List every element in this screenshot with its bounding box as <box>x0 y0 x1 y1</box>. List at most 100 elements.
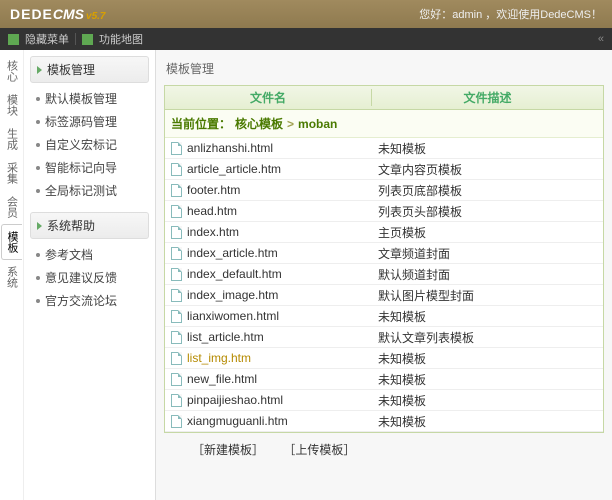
file-icon <box>171 289 182 302</box>
cell-filename: head.htm <box>165 204 372 218</box>
hide-menu-link[interactable]: 隐藏菜单 <box>25 31 69 47</box>
file-icon <box>171 163 182 176</box>
file-icon <box>171 373 182 386</box>
file-link[interactable]: article_article.htm <box>187 162 281 176</box>
cell-filename: anlizhanshi.html <box>165 141 372 155</box>
cell-filedesc: 文章频道封面 <box>372 245 603 262</box>
cell-filedesc: 未知模板 <box>372 371 603 388</box>
welcome-text: 您好：admin ，欢迎使用DedeCMS！ <box>419 6 602 22</box>
sidebar-item-label: 智能标记向导 <box>45 159 117 176</box>
file-icon <box>171 184 182 197</box>
sidebar-group-label: 系统帮助 <box>47 217 95 234</box>
bullet-icon <box>36 97 40 101</box>
file-link[interactable]: anlizhanshi.html <box>187 141 273 155</box>
table-row: list_img.htm 未知模板 <box>165 348 603 369</box>
sidebar-item-label: 官方交流论坛 <box>45 292 117 309</box>
cell-filename: new_file.html <box>165 372 372 386</box>
toolbar-separator <box>75 33 76 45</box>
bullet-icon <box>36 143 40 147</box>
vtab-模块[interactable]: 模块 <box>2 88 22 122</box>
table-row: footer.htm 列表页底部模板 <box>165 180 603 201</box>
vtab-生成[interactable]: 生成 <box>2 122 22 156</box>
vtab-系统[interactable]: 系统 <box>2 260 22 294</box>
cell-filedesc: 列表页底部模板 <box>372 182 603 199</box>
cell-filedesc: 文章内容页模板 <box>372 161 603 178</box>
cell-filedesc: 列表页头部模板 <box>372 203 603 220</box>
file-icon <box>171 226 182 239</box>
new-template-button[interactable]: ［新建模板］ <box>192 443 264 457</box>
sidebar-item-label: 标签源码管理 <box>45 113 117 130</box>
file-link[interactable]: new_file.html <box>187 372 257 386</box>
file-link[interactable]: list_article.htm <box>187 330 264 344</box>
breadcrumb-root[interactable]: 核心模板 <box>235 115 283 132</box>
file-link[interactable]: index_image.htm <box>187 288 278 302</box>
file-link[interactable]: head.htm <box>187 204 237 218</box>
bullet-icon <box>36 276 40 280</box>
sidebar-group-label: 模板管理 <box>47 61 95 78</box>
cell-filedesc: 未知模板 <box>372 413 603 430</box>
brand-dede: DEDE <box>10 6 53 22</box>
table-row: index_default.htm 默认频道封面 <box>165 264 603 285</box>
template-table: 文件名 文件描述 当前位置： 核心模板 > moban anlizhanshi.… <box>164 85 604 433</box>
file-link[interactable]: index_default.htm <box>187 267 282 281</box>
file-link[interactable]: list_img.htm <box>187 351 251 365</box>
file-link[interactable]: lianxiwomen.html <box>187 309 279 323</box>
sidebar-item[interactable]: 默认模板管理 <box>34 87 149 110</box>
brand-version: v5.7 <box>86 11 105 22</box>
cell-filedesc: 未知模板 <box>372 392 603 409</box>
sidebar-item[interactable]: 标签源码管理 <box>34 110 149 133</box>
sidebar-item-label: 意见建议反馈 <box>45 269 117 286</box>
upload-template-button[interactable]: ［上传模板］ <box>283 443 355 457</box>
sidebar-item[interactable]: 意见建议反馈 <box>34 266 149 289</box>
table-actions: ［新建模板］ ［上传模板］ <box>164 433 604 462</box>
cell-filename: index.htm <box>165 225 372 239</box>
file-link[interactable]: footer.htm <box>187 183 240 197</box>
sidebar-item[interactable]: 智能标记向导 <box>34 156 149 179</box>
sidebar-group-title[interactable]: 系统帮助 <box>30 212 149 239</box>
cell-filedesc: 未知模板 <box>372 350 603 367</box>
table-row: list_article.htm默认文章列表模板 <box>165 327 603 348</box>
collapse-toggle[interactable]: « <box>598 33 604 45</box>
sidebar-item[interactable]: 全局标记测试 <box>34 179 149 202</box>
vtab-模板[interactable]: 模板 <box>1 224 22 260</box>
cell-filename: list_article.htm <box>165 330 372 344</box>
file-icon <box>171 247 182 260</box>
breadcrumb-sep-icon: > <box>287 117 294 131</box>
chevron-right-icon <box>37 66 42 74</box>
sidebar-group-title[interactable]: 模板管理 <box>30 56 149 83</box>
vtab-核心[interactable]: 核心 <box>2 54 22 88</box>
cell-filename: index_article.htm <box>165 246 372 260</box>
file-icon <box>171 205 182 218</box>
bullet-icon <box>36 120 40 124</box>
brand-cms: CMS <box>53 6 84 22</box>
table-row: new_file.html 未知模板 <box>165 369 603 390</box>
breadcrumb-current[interactable]: moban <box>298 117 337 131</box>
table-row: xiangmuguanli.htm 未知模板 <box>165 411 603 432</box>
bullet-icon <box>36 166 40 170</box>
sidebar-item[interactable]: 自定义宏标记 <box>34 133 149 156</box>
file-link[interactable]: xiangmuguanli.htm <box>187 414 288 428</box>
table-row: head.htm 列表页头部模板 <box>165 201 603 222</box>
table-row: index.htm主页模板 <box>165 222 603 243</box>
cell-filename: footer.htm <box>165 183 372 197</box>
cell-filename: xiangmuguanli.htm <box>165 414 372 428</box>
file-link[interactable]: index.htm <box>187 225 239 239</box>
sidebar-item[interactable]: 官方交流论坛 <box>34 289 149 312</box>
brand-logo: DEDECMS v5.7 <box>10 6 106 22</box>
site-map-icon <box>82 34 93 45</box>
page-title: 模板管理 <box>164 56 604 85</box>
app-header: DEDECMS v5.7 您好：admin ，欢迎使用DedeCMS！ <box>0 0 612 28</box>
vtab-采集[interactable]: 采集 <box>2 156 22 190</box>
sidebar-item[interactable]: 参考文档 <box>34 243 149 266</box>
file-icon <box>171 268 182 281</box>
hide-menu-icon <box>8 34 19 45</box>
cell-filedesc: 默认频道封面 <box>372 266 603 283</box>
sidebar-item-label: 参考文档 <box>45 246 93 263</box>
vtab-会员[interactable]: 会员 <box>2 190 22 224</box>
cell-filedesc: 默认图片模型封面 <box>372 287 603 304</box>
cell-filename: article_article.htm <box>165 162 372 176</box>
site-map-link[interactable]: 功能地图 <box>99 31 143 47</box>
file-link[interactable]: index_article.htm <box>187 246 278 260</box>
table-header: 文件名 文件描述 <box>165 86 603 110</box>
file-link[interactable]: pinpaijieshao.html <box>187 393 283 407</box>
